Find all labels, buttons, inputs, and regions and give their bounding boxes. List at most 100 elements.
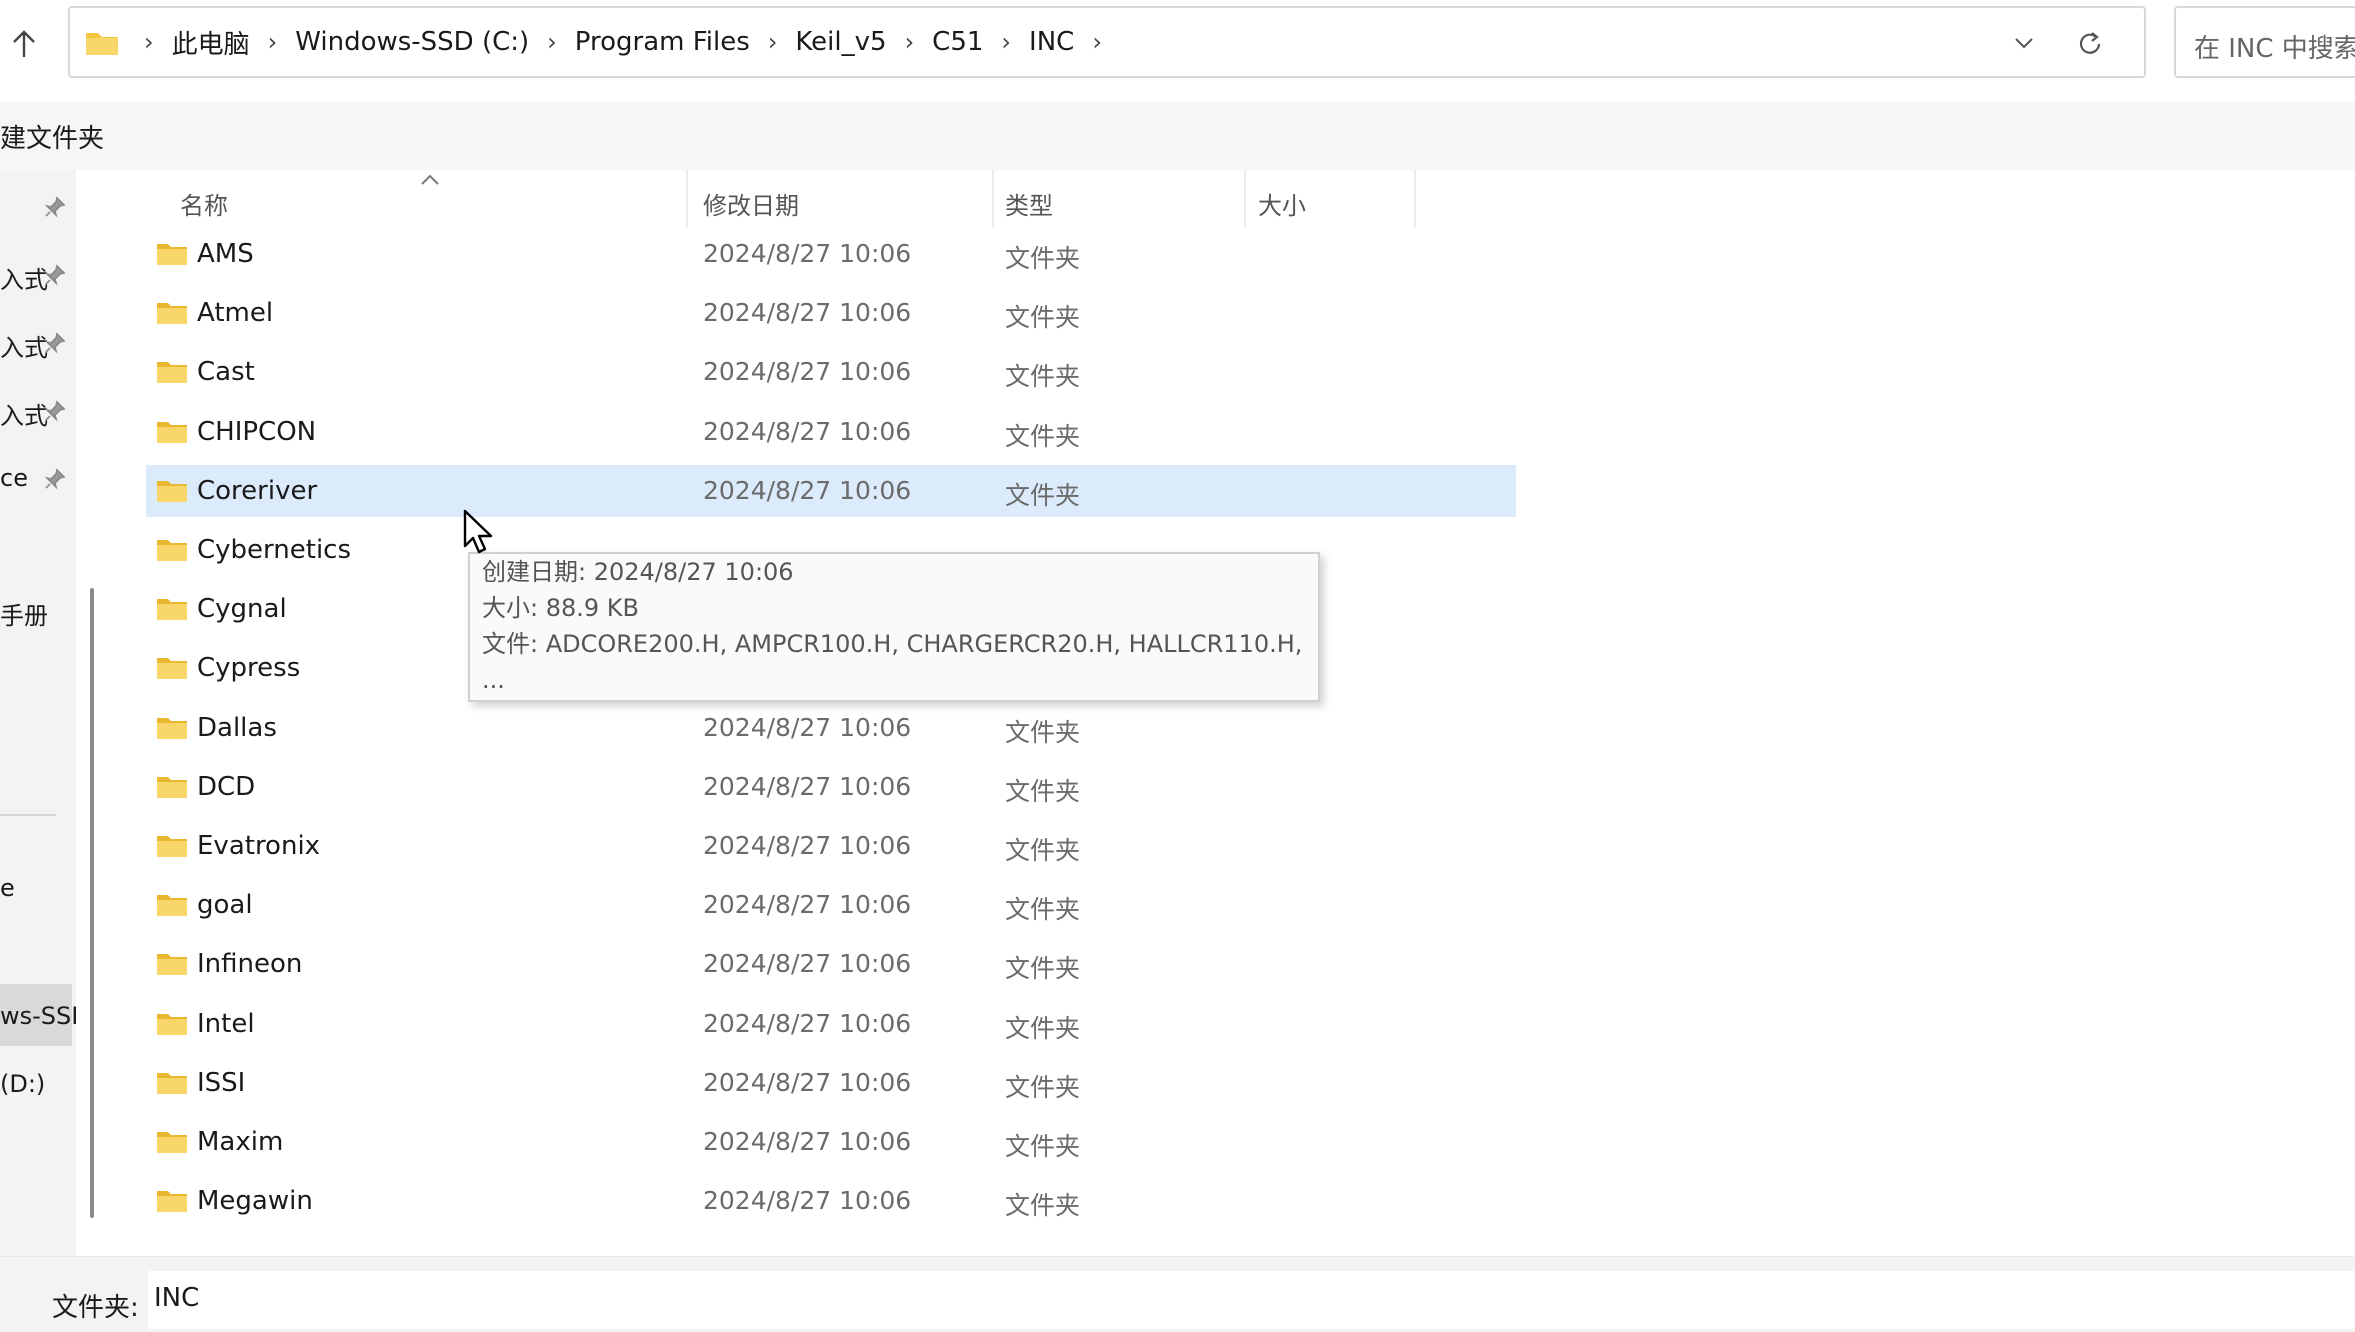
breadcrumb-item[interactable]: Windows-SSD (C:) [287, 27, 537, 57]
row-type: 文件夹 [1005, 1191, 1081, 1221]
row-date: 2024/8/27 10:06 [703, 1008, 912, 1038]
table-row[interactable]: Atmel 2024/8/27 10:06 文件夹 [146, 287, 1516, 339]
row-date: 2024/8/27 10:06 [703, 771, 912, 801]
tooltip-size: 大小: 88.9 KB [482, 594, 639, 622]
tooltip-files: 文件: ADCORE200.H, AMPCR100.H, CHARGERCR20… [482, 630, 1303, 658]
chevron-down-icon [2015, 38, 2033, 49]
sidebar-item[interactable] [0, 186, 76, 230]
folder-icon [157, 776, 187, 798]
breadcrumb-item[interactable]: Keil_v5 [787, 27, 894, 57]
address-history-button[interactable] [2004, 28, 2044, 58]
chevron-right-icon[interactable]: › [895, 28, 925, 56]
folder-icon [157, 303, 187, 325]
chevron-right-icon[interactable]: › [258, 28, 288, 56]
table-row[interactable]: Infineon 2024/8/27 10:06 文件夹 [146, 938, 1516, 990]
folder-icon [157, 480, 187, 502]
sidebar-item-drive-d[interactable]: (D:) [0, 1064, 76, 1108]
folder-icon [157, 836, 187, 857]
chevron-right-icon[interactable]: › [537, 28, 567, 56]
row-name: Infineon [197, 949, 303, 980]
row-name: Megawin [197, 1186, 313, 1217]
folder-icon [157, 717, 187, 739]
table-row[interactable]: Maxim 2024/8/27 10:06 文件夹 [146, 1116, 1516, 1168]
row-date: 2024/8/27 10:06 [703, 831, 912, 860]
table-row[interactable]: Dallas 2024/8/27 10:06 文件夹 [146, 702, 1516, 754]
row-type: 文件夹 [1005, 1132, 1081, 1161]
pin-icon [44, 196, 66, 218]
row-name: Atmel [197, 298, 274, 329]
address-bar[interactable]: › 此电脑 › Windows-SSD (C:) › Program Files… [68, 6, 2146, 78]
refresh-button[interactable] [2070, 24, 2110, 64]
chevron-right-icon[interactable]: › [1082, 28, 1112, 56]
table-row[interactable]: goal 2024/8/27 10:06 文件夹 [146, 879, 1516, 931]
chevron-right-icon[interactable]: › [991, 28, 1021, 56]
row-type: 文件夹 [1005, 480, 1081, 510]
row-type: 文件夹 [1005, 776, 1081, 806]
row-date: 2024/8/27 10:06 [703, 357, 912, 387]
sidebar-item[interactable]: 入式 [0, 390, 76, 434]
row-type: 文件夹 [1005, 244, 1081, 273]
row-name: Dallas [197, 712, 277, 743]
folder-icon [157, 1072, 187, 1094]
table-row[interactable]: CHIPCON 2024/8/27 10:06 文件夹 [146, 406, 1516, 458]
row-name: Coreriver [197, 475, 318, 506]
breadcrumb-item[interactable]: INC [1021, 27, 1082, 57]
pin-icon [44, 400, 66, 422]
row-date: 2024/8/27 10:06 [703, 298, 912, 328]
pin-icon [44, 264, 66, 286]
folder-icon [157, 421, 187, 443]
up-arrow-button[interactable] [4, 22, 44, 66]
search-box[interactable]: 在 INC 中搜索 [2174, 6, 2355, 78]
navigation-bar: › 此电脑 › Windows-SSD (C:) › Program Files… [0, 0, 2355, 100]
sidebar-item[interactable]: e [0, 868, 76, 912]
sidebar-item[interactable]: 入式 [0, 254, 76, 298]
breadcrumb-item[interactable]: Program Files [567, 27, 758, 57]
row-type: 文件夹 [1005, 303, 1081, 333]
sidebar-item-windows-ssd[interactable]: ws-SSD [0, 996, 76, 1040]
breadcrumb-item[interactable]: 此电脑 [164, 24, 258, 61]
folder-icon [157, 658, 187, 680]
mouse-cursor-icon [463, 509, 493, 554]
row-name: ISSI [197, 1067, 246, 1098]
row-name: Maxim [197, 1127, 284, 1157]
row-name: AMS [197, 239, 254, 269]
refresh-icon [2079, 32, 2101, 54]
sidebar-scrollbar[interactable] [90, 588, 94, 1218]
sidebar-divider [0, 814, 56, 816]
folder-icon [157, 540, 187, 561]
row-date: 2024/8/27 10:06 [703, 239, 912, 268]
row-name: DCD [197, 771, 256, 802]
table-row[interactable]: Coreriver 2024/8/27 10:06 文件夹 [146, 464, 1516, 517]
chevron-right-icon: › [144, 28, 154, 56]
sidebar-item[interactable]: ce [0, 458, 76, 502]
new-folder-button[interactable]: 建文件夹 [0, 118, 104, 155]
tooltip-created: 创建日期: 2024/8/27 10:06 [482, 558, 794, 586]
folder-icon [157, 244, 187, 265]
folder-name-bar: 文件夹: INC [0, 1256, 2355, 1332]
command-bar: 建文件夹 [0, 102, 2355, 170]
chevron-right-icon[interactable]: › [758, 28, 788, 56]
table-row[interactable]: Intel 2024/8/27 10:06 文件夹 [146, 998, 1516, 1050]
sidebar-item[interactable]: 手册 [0, 590, 76, 634]
search-input[interactable]: 在 INC 中搜索 [2194, 28, 2355, 65]
sidebar-item[interactable]: 入式 [0, 322, 76, 366]
sort-ascending-icon [421, 174, 439, 185]
table-row[interactable]: Cast 2024/8/27 10:06 文件夹 [146, 346, 1516, 398]
row-name: Cast [197, 357, 255, 388]
row-type: 文件夹 [1005, 1072, 1081, 1102]
row-date: 2024/8/27 10:06 [703, 949, 912, 979]
breadcrumb-item[interactable]: C51 [924, 27, 991, 57]
table-row[interactable]: Megawin 2024/8/27 10:06 文件夹 [146, 1175, 1516, 1227]
table-row[interactable]: AMS 2024/8/27 10:06 文件夹 [146, 228, 1516, 280]
folder-label: 文件夹: [52, 1293, 139, 1323]
folder-name-field[interactable]: INC [148, 1271, 2355, 1329]
tooltip-more: ... [482, 666, 505, 694]
row-name: CHIPCON [197, 416, 317, 447]
pin-icon [44, 468, 66, 490]
row-type: 文件夹 [1005, 836, 1081, 865]
table-row[interactable]: Evatronix 2024/8/27 10:06 文件夹 [146, 820, 1516, 872]
row-date: 2024/8/27 10:06 [703, 890, 912, 920]
pin-icon [44, 332, 66, 354]
table-row[interactable]: ISSI 2024/8/27 10:06 文件夹 [146, 1057, 1516, 1109]
table-row[interactable]: DCD 2024/8/27 10:06 文件夹 [146, 761, 1516, 813]
